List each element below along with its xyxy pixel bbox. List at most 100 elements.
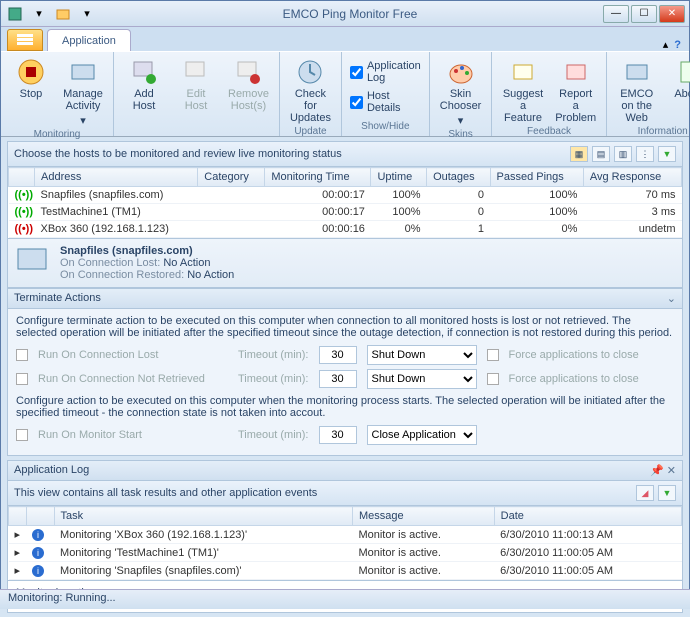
force-lost-checkbox[interactable]	[487, 349, 499, 361]
check-updates-button[interactable]: Check for Updates	[286, 54, 335, 126]
table-row[interactable]: ((•)) XBox 360 (192.168.1.123) 00:00:160…	[9, 221, 682, 238]
style-icon[interactable]: ▴	[663, 38, 669, 51]
grid-tool1-icon[interactable]: ▦	[570, 146, 588, 162]
group-information-label: Information	[613, 126, 690, 139]
bug-icon	[562, 58, 590, 86]
remove-host-icon	[234, 58, 262, 86]
qat-dropdown2-icon[interactable]: ▾	[77, 4, 97, 24]
add-host-icon	[130, 58, 158, 86]
terminate-desc2: Configure action to be executed on this …	[16, 395, 674, 419]
host-details-checkbox[interactable]: Host Details	[350, 90, 421, 114]
report-problem-button[interactable]: Report a Problem	[552, 54, 600, 126]
about-button[interactable]: About	[665, 54, 690, 126]
run-on-lost-checkbox[interactable]	[16, 349, 28, 361]
terminate-desc1: Configure terminate action to be execute…	[16, 315, 674, 339]
terminate-actions-header[interactable]: Terminate Actions⌄	[7, 288, 683, 309]
update-icon	[296, 58, 324, 86]
run-on-start-checkbox[interactable]	[16, 429, 28, 441]
app-menu-button[interactable]	[7, 29, 43, 51]
pin-icon[interactable]: 📌	[650, 465, 664, 477]
applog-subtitle: This view contains all task results and …	[14, 487, 317, 499]
group-feedback-label: Feedback	[498, 126, 599, 139]
chevron-down-icon: ▾	[458, 114, 464, 127]
applog-clear-icon[interactable]: ◢	[636, 485, 654, 501]
host-large-icon	[16, 245, 50, 281]
hosts-grid: Address Category Monitoring Time Uptime …	[7, 167, 683, 239]
run-on-nr-checkbox[interactable]	[16, 373, 28, 385]
suggest-feature-button[interactable]: Suggest a Feature	[498, 54, 547, 126]
applog-header: Application Log 📌 ✕	[7, 460, 683, 481]
timeout-lost-input[interactable]	[319, 346, 357, 364]
action-nr-select[interactable]: Shut Down	[367, 369, 477, 389]
skin-chooser-button[interactable]: Skin Chooser▾	[436, 54, 486, 129]
expand-icon[interactable]: ▸	[9, 562, 27, 580]
grid-filter-icon[interactable]: ▼	[658, 146, 676, 162]
col-message[interactable]: Message	[352, 507, 494, 526]
signal-icon: ((•))	[15, 189, 29, 201]
stop-icon	[17, 58, 45, 86]
group-update-label: Update	[286, 126, 335, 139]
grid-tool4-icon[interactable]: ⋮	[636, 146, 654, 162]
expand-icon[interactable]: ▸	[9, 526, 27, 544]
close-button[interactable]: ✕	[659, 5, 685, 23]
table-row[interactable]: ((•)) Snapfiles (snapfiles.com) 00:00:17…	[9, 187, 682, 204]
signal-icon: ((•))	[15, 223, 29, 235]
qat-folder-icon[interactable]	[53, 4, 73, 24]
table-row[interactable]: ▸ i Monitoring 'TestMachine1 (TM1)'Monit…	[9, 544, 682, 562]
qat-dropdown-icon[interactable]: ▾	[29, 4, 49, 24]
activity-icon	[69, 58, 97, 86]
group-skins-label: Skins	[436, 129, 486, 142]
timeout-nr-input[interactable]	[319, 370, 357, 388]
edit-host-icon	[182, 58, 210, 86]
qat-save-icon[interactable]	[5, 4, 25, 24]
remove-hosts-button[interactable]: Remove Host(s)	[224, 54, 273, 114]
emco-web-button[interactable]: EMCO on the Web	[613, 54, 661, 126]
chevron-down-icon: ▾	[80, 114, 86, 127]
applog-filter-icon[interactable]: ▼	[658, 485, 676, 501]
table-row[interactable]: ▸ i Monitoring 'Snapfiles (snapfiles.com…	[9, 562, 682, 580]
col-avgresp[interactable]: Avg Response	[583, 168, 681, 187]
col-task[interactable]: Task	[54, 507, 352, 526]
expand-icon[interactable]: ▸	[9, 544, 27, 562]
hostinfo-name: Snapfiles (snapfiles.com)	[60, 245, 234, 257]
palette-icon	[447, 58, 475, 86]
table-row[interactable]: ((•)) TestMachine1 (TM1) 00:00:17100% 01…	[9, 204, 682, 221]
info-icon: i	[32, 565, 44, 577]
col-address[interactable]: Address	[35, 168, 198, 187]
manage-activity-button[interactable]: Manage Activity▾	[59, 54, 107, 129]
lightbulb-icon	[509, 58, 537, 86]
statusbar: Monitoring: Running...	[0, 589, 690, 609]
timeout-start-input[interactable]	[319, 426, 357, 444]
maximize-button[interactable]: ☐	[631, 5, 657, 23]
col-montime[interactable]: Monitoring Time	[265, 168, 371, 187]
force-nr-checkbox[interactable]	[487, 373, 499, 385]
stop-button[interactable]: Stop	[7, 54, 55, 129]
minimize-button[interactable]: —	[603, 5, 629, 23]
col-date[interactable]: Date	[494, 507, 681, 526]
col-category[interactable]: Category	[198, 168, 265, 187]
col-uptime[interactable]: Uptime	[371, 168, 427, 187]
applog-grid: Task Message Date ▸ i Monitoring 'XBox 3…	[7, 506, 683, 581]
signal-icon: ((•))	[15, 206, 29, 218]
col-passed[interactable]: Passed Pings	[490, 168, 583, 187]
action-start-select[interactable]: Close Application	[367, 425, 477, 445]
col-outages[interactable]: Outages	[427, 168, 490, 187]
add-host-button[interactable]: Add Host	[120, 54, 168, 114]
group-monitoring-label: Monitoring	[7, 129, 107, 142]
about-icon	[675, 58, 690, 86]
grid-tool3-icon[interactable]: ▥	[614, 146, 632, 162]
web-icon	[623, 58, 651, 86]
info-icon: i	[32, 529, 44, 541]
app-log-checkbox[interactable]: Application Log	[350, 60, 421, 84]
close-panel-icon[interactable]: ✕	[667, 465, 676, 477]
info-icon: i	[32, 547, 44, 559]
help-icon[interactable]: ?	[674, 39, 681, 51]
edit-host-button[interactable]: Edit Host	[172, 54, 220, 114]
table-row[interactable]: ▸ i Monitoring 'XBox 360 (192.168.1.123)…	[9, 526, 682, 544]
chevron-down-icon: ⌄	[667, 292, 676, 305]
action-lost-select[interactable]: Shut Down	[367, 345, 477, 365]
group-showhide-label: Show/Hide	[348, 121, 423, 134]
grid-tool2-icon[interactable]: ▤	[592, 146, 610, 162]
window-title: EMCO Ping Monitor Free	[97, 7, 603, 21]
tab-application[interactable]: Application	[47, 29, 131, 51]
